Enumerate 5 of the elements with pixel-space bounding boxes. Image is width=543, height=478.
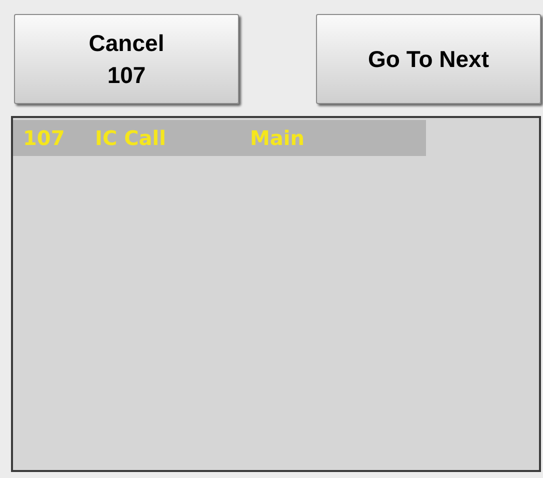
cancel-button[interactable]: Cancel 107	[14, 14, 239, 104]
row-text: 107	[23, 125, 66, 152]
row-text: Main	[250, 125, 306, 152]
next-button[interactable]: Go To Next	[316, 14, 541, 104]
row-text: IC Call	[95, 125, 167, 152]
